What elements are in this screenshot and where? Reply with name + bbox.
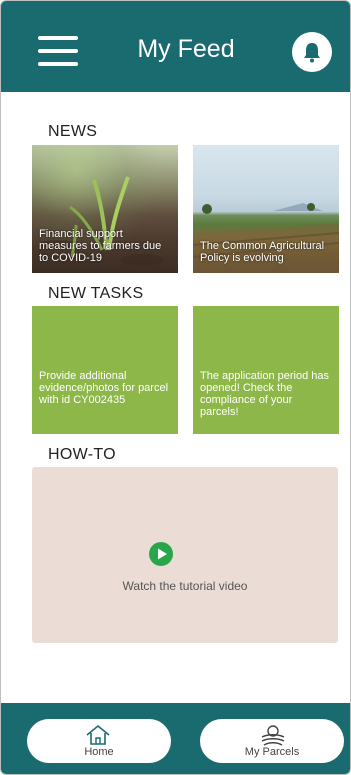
home-icon <box>86 724 110 745</box>
my-parcels-nav-button[interactable]: My Parcels <box>200 719 344 763</box>
task-card-application-period[interactable]: The application period has opened! Check… <box>193 306 339 434</box>
hamburger-menu-icon[interactable] <box>38 36 78 66</box>
bottom-nav-bar: Home My Parcels <box>1 703 350 774</box>
task-card-caption: Provide additional evidence/photos for p… <box>39 370 169 406</box>
task-card-caption: The application period has opened! Check… <box>200 370 330 418</box>
news-card-cap-evolving[interactable]: The Common Agricultural Policy is evolvi… <box>193 145 339 273</box>
play-icon[interactable] <box>149 542 173 566</box>
news-heading: NEWS <box>48 123 98 140</box>
page-title: My Feed <box>137 35 235 63</box>
task-card-evidence-photos[interactable]: Provide additional evidence/photos for p… <box>32 306 178 434</box>
news-card-caption: Financial support measures to farmers du… <box>39 228 162 264</box>
new-tasks-heading: NEW TASKS <box>48 285 144 302</box>
app-screen: My Feed NEWS Financial support measures … <box>0 0 351 775</box>
parcels-icon <box>261 725 285 746</box>
news-card-covid-support[interactable]: Financial support measures to farmers du… <box>32 145 178 273</box>
my-parcels-nav-label: My Parcels <box>244 746 300 758</box>
top-app-bar: My Feed <box>1 1 350 92</box>
bell-icon <box>304 43 320 63</box>
notifications-button[interactable] <box>292 32 332 72</box>
news-card-caption: The Common Agricultural Policy is evolvi… <box>200 240 325 264</box>
tutorial-video-panel[interactable] <box>32 467 338 643</box>
home-nav-label: Home <box>84 746 114 758</box>
tutorial-video-label: Watch the tutorial video <box>122 579 248 593</box>
home-nav-button[interactable]: Home <box>27 719 171 763</box>
howto-heading: HOW-TO <box>48 446 116 463</box>
